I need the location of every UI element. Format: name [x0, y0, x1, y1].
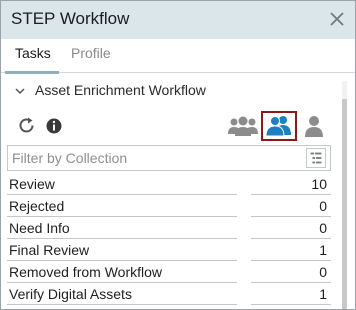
group-users-icon[interactable]	[227, 114, 259, 138]
filter-input[interactable]	[8, 146, 298, 170]
task-row-need-info[interactable]: Need Info 0	[7, 217, 331, 239]
task-name: Verify Digital Assets	[9, 286, 132, 302]
task-list: Review 10 Rejected 0 Need Info 0 Final R…	[7, 173, 331, 305]
task-count: 10	[311, 176, 327, 192]
task-name: Rejected	[9, 198, 65, 214]
collection-tree-icon[interactable]	[306, 148, 326, 168]
active-tab-indicator	[5, 71, 59, 74]
section-header-asset-enrichment[interactable]: Asset Enrichment Workflow	[13, 81, 313, 103]
task-count: 1	[319, 242, 327, 258]
task-name: Removed from Workflow	[9, 264, 163, 280]
step-workflow-panel: STEP Workflow Tasks Profile Asset Enrich…	[0, 0, 356, 310]
task-name: Final Review	[9, 242, 90, 258]
task-count: 0	[319, 220, 327, 236]
panel-title: STEP Workflow	[11, 9, 130, 28]
task-name: Need Info	[9, 220, 70, 236]
row-divider	[251, 304, 331, 305]
my-tasks-icon	[265, 116, 291, 137]
tab-profile[interactable]: Profile	[71, 45, 111, 61]
my-tasks-button[interactable]	[261, 111, 297, 141]
task-row-verify-digital-assets[interactable]: Verify Digital Assets 1	[7, 283, 331, 305]
task-row-rejected[interactable]: Rejected 0	[7, 195, 331, 217]
task-row-removed-from-workflow[interactable]: Removed from Workflow 0	[7, 261, 331, 283]
info-icon[interactable]	[45, 117, 63, 135]
task-row-review[interactable]: Review 10	[7, 173, 331, 195]
close-icon[interactable]	[327, 9, 347, 29]
workflow-toolbar	[1, 111, 341, 141]
chevron-down-icon[interactable]	[13, 84, 27, 98]
section-title: Asset Enrichment Workflow	[35, 82, 206, 98]
task-count: 1	[319, 286, 327, 302]
task-name: Review	[9, 176, 55, 192]
filter-field	[7, 145, 331, 171]
task-count: 0	[319, 198, 327, 214]
refresh-icon[interactable]	[17, 116, 37, 136]
vertical-scrollbar[interactable]	[342, 81, 347, 309]
scrollbar-thumb[interactable]	[342, 99, 347, 309]
panel-header: STEP Workflow	[1, 1, 355, 39]
task-count: 0	[319, 264, 327, 280]
row-divider	[7, 304, 237, 305]
tab-tasks[interactable]: Tasks	[15, 45, 51, 61]
tab-bar: Tasks Profile	[1, 39, 355, 74]
single-user-icon[interactable]	[303, 114, 325, 138]
task-row-final-review[interactable]: Final Review 1	[7, 239, 331, 261]
